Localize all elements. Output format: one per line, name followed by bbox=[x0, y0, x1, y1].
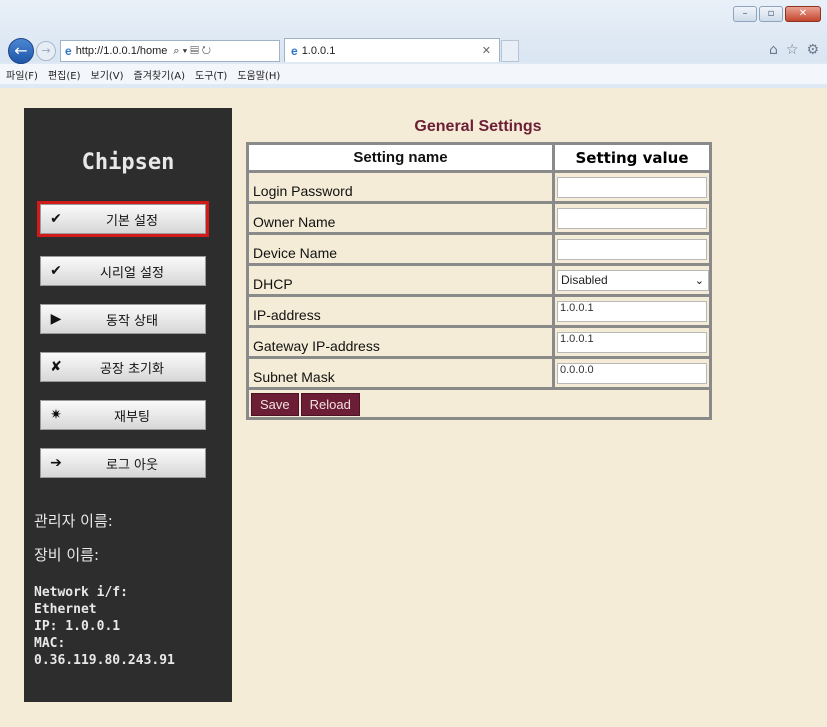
sidebar: Chipsen ✔ 기본 설정 ✔ 시리얼 설정 ▶ 동작 상태 ✘ 공장 초기… bbox=[24, 108, 232, 702]
reload-button[interactable]: Reload bbox=[300, 393, 360, 416]
menu-view[interactable]: 보기(V) bbox=[91, 67, 124, 82]
sidebar-item-label: 기본 설정 bbox=[106, 213, 158, 229]
tab-close-icon[interactable]: ✕ bbox=[482, 44, 491, 57]
save-button[interactable]: Save bbox=[251, 393, 299, 416]
sidebar-item-serial-settings[interactable]: ✔ 시리얼 설정 bbox=[40, 256, 206, 286]
table-row: Login Password bbox=[249, 170, 709, 201]
browser-chrome: – ▫ ✕ ← → e http://1.0.0.1/home ⌕ ▾ ▤ ↻ … bbox=[0, 0, 827, 88]
dhcp-select[interactable]: Disabled ⌄ bbox=[557, 269, 709, 291]
burst-icon: ✷ bbox=[50, 407, 62, 423]
x-icon: ✘ bbox=[50, 359, 62, 375]
gateway-ip-field[interactable]: 1.0.0.1 bbox=[557, 331, 707, 353]
ip-address-field[interactable]: 1.0.0.1 bbox=[557, 300, 707, 322]
address-bar[interactable]: e http://1.0.0.1/home ⌕ ▾ ▤ ↻ bbox=[60, 40, 280, 62]
table-row: Device Name bbox=[249, 232, 709, 263]
row-label: Owner Name bbox=[249, 204, 555, 232]
row-value bbox=[555, 235, 709, 263]
row-value: 1.0.0.1 bbox=[555, 297, 709, 325]
row-label: Subnet Mask bbox=[249, 359, 555, 387]
network-ip: IP: 1.0.0.1 bbox=[34, 619, 121, 634]
toolbar-icons: ⌂ ☆ ⚙ bbox=[769, 42, 819, 58]
row-label: Device Name bbox=[249, 235, 555, 263]
network-mac: 0.36.119.80.243.91 bbox=[34, 653, 175, 668]
network-iface: Ethernet bbox=[34, 602, 97, 617]
sidebar-item-status[interactable]: ▶ 동작 상태 bbox=[40, 304, 206, 334]
sidebar-item-label: 재부팅 bbox=[114, 409, 150, 425]
actions-row: Save Reload bbox=[249, 387, 709, 417]
table-row: IP-address 1.0.0.1 bbox=[249, 294, 709, 325]
gear-icon[interactable]: ⚙ bbox=[806, 42, 819, 58]
restore-icon[interactable]: ▫ bbox=[759, 6, 783, 22]
sidebar-item-logout[interactable]: ➔ 로그 아웃 bbox=[40, 448, 206, 478]
new-tab-button[interactable] bbox=[501, 40, 519, 62]
network-info: Network i/f: Ethernet IP: 1.0.0.1 MAC: 0… bbox=[34, 584, 232, 669]
row-value bbox=[555, 173, 709, 201]
owner-name-field[interactable] bbox=[557, 207, 707, 229]
row-value: Disabled ⌄ bbox=[555, 266, 709, 294]
header-setting-name: Setting name bbox=[249, 145, 555, 170]
forward-icon[interactable]: → bbox=[36, 41, 56, 61]
table-row: DHCP Disabled ⌄ bbox=[249, 263, 709, 294]
table-header: Setting name Setting value bbox=[249, 145, 709, 170]
menu-file[interactable]: 파일(F) bbox=[6, 67, 38, 82]
row-label: DHCP bbox=[249, 266, 555, 294]
settings-table: Setting name Setting value Login Passwor… bbox=[246, 142, 712, 420]
brand-title: Chipsen bbox=[81, 150, 175, 175]
device-name-label: 장비 이름: bbox=[34, 546, 100, 564]
menu-bar: 파일(F) 편집(E) 보기(V) 즐겨찾기(A) 도구(T) 도움말(H) bbox=[0, 64, 827, 84]
login-password-field[interactable] bbox=[557, 176, 707, 198]
table-row: Subnet Mask 0.0.0.0 bbox=[249, 356, 709, 387]
network-iface-label: Network i/f: bbox=[34, 585, 128, 600]
subnet-mask-field[interactable]: 0.0.0.0 bbox=[557, 362, 707, 384]
back-icon[interactable]: ← bbox=[8, 38, 34, 64]
row-label: IP-address bbox=[249, 297, 555, 325]
chevron-down-icon: ⌄ bbox=[694, 274, 704, 287]
ie-icon: e bbox=[65, 44, 72, 58]
address-url[interactable]: http://1.0.0.1/home bbox=[76, 45, 168, 57]
tab-title: 1.0.0.1 bbox=[301, 44, 336, 57]
sidebar-item-label: 로그 아웃 bbox=[106, 457, 158, 473]
sidebar-item-label: 시리얼 설정 bbox=[100, 265, 164, 281]
star-icon[interactable]: ☆ bbox=[786, 42, 799, 58]
dhcp-selected-value: Disabled bbox=[561, 273, 608, 287]
page-title: General Settings bbox=[414, 118, 542, 135]
arrow-right-icon: ➔ bbox=[50, 455, 62, 471]
sidebar-item-factory-reset[interactable]: ✘ 공장 초기화 bbox=[40, 352, 206, 382]
search-refresh-icons[interactable]: ⌕ ▾ ▤ ↻ bbox=[173, 45, 211, 58]
table-row: Gateway IP-address 1.0.0.1 bbox=[249, 325, 709, 356]
check-icon: ✔ bbox=[50, 263, 62, 279]
tab-ie-icon: e bbox=[291, 43, 298, 58]
device-name-field[interactable] bbox=[557, 238, 707, 260]
header-setting-value: Setting value bbox=[555, 145, 709, 170]
sidebar-item-reboot[interactable]: ✷ 재부팅 bbox=[40, 400, 206, 430]
play-icon: ▶ bbox=[50, 311, 62, 327]
menu-help[interactable]: 도움말(H) bbox=[237, 67, 280, 82]
menu-tools[interactable]: 도구(T) bbox=[195, 67, 227, 82]
row-value: 0.0.0.0 bbox=[555, 359, 709, 387]
row-label: Login Password bbox=[249, 173, 555, 201]
row-label: Gateway IP-address bbox=[249, 328, 555, 356]
window-controls: – ▫ ✕ bbox=[733, 6, 821, 22]
menu-edit[interactable]: 편집(E) bbox=[48, 67, 81, 82]
action-buttons: Save Reload bbox=[249, 390, 360, 417]
row-value bbox=[555, 204, 709, 232]
admin-name-label: 관리자 이름: bbox=[34, 512, 113, 530]
sidebar-item-label: 공장 초기화 bbox=[100, 361, 164, 377]
close-icon[interactable]: ✕ bbox=[785, 6, 821, 22]
sidebar-item-basic-settings[interactable]: ✔ 기본 설정 bbox=[37, 201, 209, 237]
network-mac-label: MAC: bbox=[34, 636, 66, 651]
table-row: Owner Name bbox=[249, 201, 709, 232]
sidebar-item-label: 동작 상태 bbox=[106, 313, 158, 329]
row-value: 1.0.0.1 bbox=[555, 328, 709, 356]
check-icon: ✔ bbox=[50, 211, 62, 227]
menu-favorites[interactable]: 즐겨찾기(A) bbox=[134, 67, 185, 82]
browser-tab[interactable]: e 1.0.0.1 ✕ bbox=[284, 38, 500, 62]
home-icon[interactable]: ⌂ bbox=[769, 42, 778, 58]
minimize-icon[interactable]: – bbox=[733, 6, 757, 22]
